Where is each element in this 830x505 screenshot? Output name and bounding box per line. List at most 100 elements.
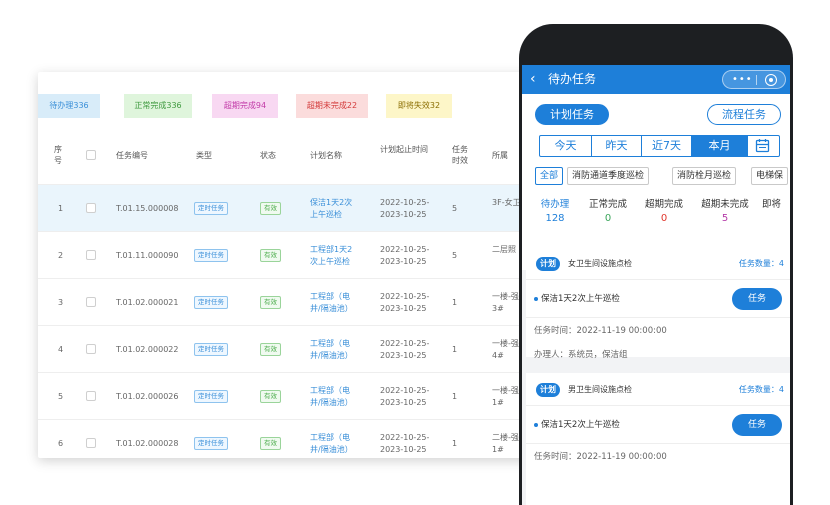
plan-period-end: 2023-10-25: [380, 351, 427, 360]
row-index: 2: [58, 251, 64, 260]
card-title: 男卫生间设施点检: [568, 385, 632, 394]
stat-overdue-incomplete[interactable]: 超期未完成 5: [696, 198, 754, 226]
task-card[interactable]: 计划 男卫生间设施点检 任务数量：4 保洁1天2次上午巡检 任务 任务时间：20…: [526, 373, 790, 505]
belong-location-line2: 3#: [492, 304, 504, 313]
select-all-checkbox[interactable]: [86, 150, 96, 160]
plan-period-start: 2022-10-25-: [380, 198, 430, 207]
chip-hydrant[interactable]: 消防栓月巡检: [672, 167, 737, 185]
task-handler: 办理人：系统员，保洁组: [534, 350, 628, 360]
row-checkbox[interactable]: [86, 203, 96, 213]
tab-plan-task[interactable]: 计划任务: [535, 104, 609, 125]
stat-expiring[interactable]: 即将: [762, 198, 790, 211]
status-tag: 有效: [260, 390, 281, 403]
belong-location: 3F-女卫: [492, 198, 521, 207]
more-dots-icon[interactable]: •••: [732, 72, 753, 87]
plan-period-start: 2022-10-25-: [380, 386, 430, 395]
pill-overdue-completed[interactable]: 超期完成94: [212, 94, 278, 118]
date-tab-month[interactable]: 本月: [692, 136, 748, 156]
plan-chip-row: 全部 消防通道季度巡检 消防栓月巡检 电梯保: [535, 167, 790, 185]
col-plan-name: 计划名称: [310, 151, 342, 160]
status-tag: 有效: [260, 343, 281, 356]
stat-label: 超期未完成: [701, 199, 749, 210]
chip-all[interactable]: 全部: [535, 167, 564, 185]
task-no: T.01.02.000021: [116, 298, 179, 307]
task-name: 保洁1天2次上午巡检: [541, 420, 620, 430]
plan-name-link-line2[interactable]: 井/隔油池）: [310, 350, 353, 361]
pill-completed[interactable]: 正常完成336: [124, 94, 192, 118]
back-arrow-icon[interactable]: ‹: [530, 70, 536, 88]
bullet-dot-icon: [534, 297, 538, 301]
table-header: 序号 任务编号 类型 状态 计划名称 计划起止时间 任务时效 所属: [38, 140, 538, 184]
plan-name-link[interactable]: 工程部1天2: [310, 244, 352, 255]
plan-name-link-line2[interactable]: 上午巡检: [310, 209, 342, 220]
close-target-icon[interactable]: [765, 74, 777, 86]
tab-flow-task[interactable]: 流程任务: [707, 104, 781, 125]
task-button[interactable]: 任务: [732, 288, 782, 310]
plan-name-link[interactable]: 工程部（电: [310, 291, 350, 302]
plan-name-link-line2[interactable]: 井/隔油池）: [310, 444, 353, 455]
table-row[interactable]: 1 T.01.15.000008 定时任务 有效 保洁1天2次 上午巡检 2022-10-2…: [38, 184, 538, 232]
plan-name-link[interactable]: 工程部（电: [310, 338, 350, 349]
plan-name-link[interactable]: 工程部（电: [310, 432, 350, 443]
type-tag: 定时任务: [194, 296, 228, 309]
date-tab-7days[interactable]: 近7天: [642, 136, 692, 156]
type-tag: 定时任务: [194, 343, 228, 356]
col-status: 状态: [260, 151, 276, 160]
stat-pending[interactable]: 待办理 128: [536, 198, 574, 226]
stat-overdue-completed[interactable]: 超期完成 0: [640, 198, 688, 226]
task-time: 任务时间：2022-11-19 00:00:00: [534, 326, 667, 336]
calendar-icon[interactable]: [746, 136, 779, 156]
plan-name-link[interactable]: 工程部（电: [310, 385, 350, 396]
plan-name-link-line2[interactable]: 井/隔油池）: [310, 303, 353, 314]
chip-elevator[interactable]: 电梯保: [751, 167, 789, 185]
date-tab-yesterday[interactable]: 昨天: [592, 136, 642, 156]
belong-location: 一楼-强: [492, 339, 519, 348]
plan-name-link[interactable]: 保洁1天2次: [310, 197, 352, 208]
task-line: 保洁1天2次上午巡检 任务: [526, 280, 790, 318]
date-tab-today[interactable]: 今天: [540, 136, 592, 156]
plan-period-start: 2022-10-25-: [380, 339, 430, 348]
pill-expiring[interactable]: 即将失效32: [386, 94, 452, 118]
row-checkbox[interactable]: [86, 250, 96, 260]
status-tag: 有效: [260, 296, 281, 309]
task-button[interactable]: 任务: [732, 414, 782, 436]
row-index: 4: [58, 345, 64, 354]
task-validity: 5: [452, 251, 458, 260]
table-row[interactable]: 2 T.01.11.000090 定时任务 有效 工程部1天2 次上午巡检 2022-10-…: [38, 231, 538, 279]
belong-location: 二层照: [492, 245, 516, 254]
table-row[interactable]: 6 T.01.02.000028 定时任务 有效 工程部（电 井/隔油池） 2022-10-…: [38, 419, 538, 458]
row-checkbox[interactable]: [86, 344, 96, 354]
stage: 待办理336 正常完成336 超期完成94 超期未完成22 即将失效32 序号 …: [0, 0, 830, 505]
status-tag: 有效: [260, 437, 281, 450]
capsule-divider: [756, 75, 757, 85]
type-tag: 定时任务: [194, 249, 228, 262]
row-checkbox[interactable]: [86, 297, 96, 307]
plan-badge: 计划: [536, 257, 560, 271]
plan-name-link-line2[interactable]: 井/隔油池）: [310, 397, 353, 408]
table-row[interactable]: 5 T.01.02.000026 定时任务 有效 工程部（电 井/隔油池） 2022-10-…: [38, 372, 538, 420]
stat-value: 128: [545, 213, 565, 224]
task-card[interactable]: 计划 女卫生间设施点检 任务数量：4 保洁1天2次上午巡检 任务 任务时间：20…: [526, 247, 790, 360]
row-checkbox[interactable]: [86, 438, 96, 448]
chip-fire-passage[interactable]: 消防通道季度巡检: [567, 167, 650, 185]
row-index: 1: [58, 204, 64, 213]
pill-overdue-incomplete[interactable]: 超期未完成22: [296, 94, 368, 118]
stat-completed[interactable]: 正常完成 0: [584, 198, 632, 226]
plan-period-start: 2022-10-25-: [380, 292, 430, 301]
task-no: T.01.11.000090: [116, 251, 179, 260]
task-count: 任务数量：4: [738, 259, 784, 268]
belong-location-line2: 1#: [492, 398, 504, 407]
phone-frame: ‹ 待办任务 ••• 计划任务 流程任务 今天 昨天 近7天 本月 全部 消防通…: [519, 24, 793, 505]
stat-label: 待办理: [540, 199, 570, 210]
type-tag: 定时任务: [194, 390, 228, 403]
miniapp-capsule[interactable]: •••: [722, 70, 786, 89]
pill-pending[interactable]: 待办理336: [38, 94, 100, 118]
plan-name-link-line2[interactable]: 次上午巡检: [310, 256, 350, 267]
col-task-no: 任务编号: [116, 151, 148, 160]
table-row[interactable]: 3 T.01.02.000021 定时任务 有效 工程部（电 井/隔油池） 2022-10-…: [38, 278, 538, 326]
col-index: 序号: [54, 145, 62, 165]
row-index: 3: [58, 298, 64, 307]
table-row[interactable]: 4 T.01.02.000022 定时任务 有效 工程部（电 井/隔油池） 2022-10-…: [38, 325, 538, 373]
task-line: 保洁1天2次上午巡检 任务: [526, 406, 790, 444]
row-checkbox[interactable]: [86, 391, 96, 401]
